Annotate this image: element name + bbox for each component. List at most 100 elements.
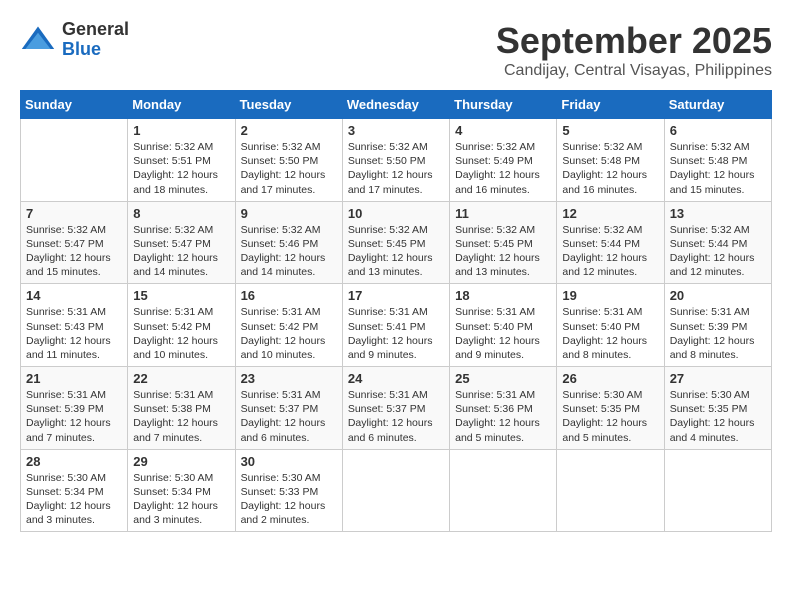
calendar-cell	[557, 449, 664, 532]
day-info: Sunrise: 5:32 AMSunset: 5:44 PMDaylight:…	[562, 223, 658, 280]
day-number: 27	[670, 371, 766, 386]
calendar-cell: 30 Sunrise: 5:30 AMSunset: 5:33 PMDayligh…	[235, 449, 342, 532]
day-info: Sunrise: 5:31 AMSunset: 5:38 PMDaylight:…	[133, 388, 229, 445]
day-number: 20	[670, 288, 766, 303]
calendar-cell: 25 Sunrise: 5:31 AMSunset: 5:36 PMDayligh…	[450, 367, 557, 450]
calendar-cell	[21, 119, 128, 202]
calendar-cell: 20 Sunrise: 5:31 AMSunset: 5:39 PMDayligh…	[664, 284, 771, 367]
calendar-cell: 18 Sunrise: 5:31 AMSunset: 5:40 PMDayligh…	[450, 284, 557, 367]
header-tuesday: Tuesday	[235, 91, 342, 119]
day-number: 30	[241, 454, 337, 469]
calendar-cell: 10 Sunrise: 5:32 AMSunset: 5:45 PMDayligh…	[342, 201, 449, 284]
day-number: 8	[133, 206, 229, 221]
day-info: Sunrise: 5:32 AMSunset: 5:46 PMDaylight:…	[241, 223, 337, 280]
day-info: Sunrise: 5:31 AMSunset: 5:39 PMDaylight:…	[670, 305, 766, 362]
day-number: 17	[348, 288, 444, 303]
page-header: General Blue September 2025 Candijay, Ce…	[20, 20, 772, 80]
calendar-cell: 9 Sunrise: 5:32 AMSunset: 5:46 PMDaylight…	[235, 201, 342, 284]
logo: General Blue	[20, 20, 129, 60]
header-friday: Friday	[557, 91, 664, 119]
day-info: Sunrise: 5:31 AMSunset: 5:42 PMDaylight:…	[133, 305, 229, 362]
day-info: Sunrise: 5:32 AMSunset: 5:44 PMDaylight:…	[670, 223, 766, 280]
day-info: Sunrise: 5:32 AMSunset: 5:47 PMDaylight:…	[133, 223, 229, 280]
day-info: Sunrise: 5:32 AMSunset: 5:45 PMDaylight:…	[348, 223, 444, 280]
day-info: Sunrise: 5:32 AMSunset: 5:48 PMDaylight:…	[670, 140, 766, 197]
calendar-cell: 22 Sunrise: 5:31 AMSunset: 5:38 PMDayligh…	[128, 367, 235, 450]
calendar-cell: 5Sunrise: 5:32 AMSunset: 5:48 PMDaylight…	[557, 119, 664, 202]
calendar-cell: 6 Sunrise: 5:32 AMSunset: 5:48 PMDaylight…	[664, 119, 771, 202]
day-info: Sunrise: 5:31 AMSunset: 5:37 PMDaylight:…	[348, 388, 444, 445]
day-info: Sunrise: 5:30 AMSunset: 5:35 PMDaylight:…	[562, 388, 658, 445]
day-info: Sunrise: 5:32 AMSunset: 5:50 PMDaylight:…	[348, 140, 444, 197]
calendar-week-row: 1 Sunrise: 5:32 AMSunset: 5:51 PMDaylight…	[21, 119, 772, 202]
calendar-cell: 3 Sunrise: 5:32 AMSunset: 5:50 PMDaylight…	[342, 119, 449, 202]
day-number: 25	[455, 371, 551, 386]
header-thursday: Thursday	[450, 91, 557, 119]
day-info: Sunrise: 5:30 AMSunset: 5:35 PMDaylight:…	[670, 388, 766, 445]
calendar-cell: 8 Sunrise: 5:32 AMSunset: 5:47 PMDaylight…	[128, 201, 235, 284]
logo-text: General Blue	[62, 20, 129, 60]
day-number: 26	[562, 371, 658, 386]
calendar-cell: 29Sunrise: 5:30 AMSunset: 5:34 PMDayligh…	[128, 449, 235, 532]
day-info: Sunrise: 5:32 AMSunset: 5:48 PMDaylight:…	[562, 140, 658, 197]
day-info: Sunrise: 5:30 AMSunset: 5:33 PMDaylight:…	[241, 471, 337, 528]
calendar-cell: 26 Sunrise: 5:30 AMSunset: 5:35 PMDayligh…	[557, 367, 664, 450]
header-monday: Monday	[128, 91, 235, 119]
day-number: 7	[26, 206, 122, 221]
logo-icon	[20, 22, 56, 58]
calendar-cell: 7 Sunrise: 5:32 AMSunset: 5:47 PMDaylight…	[21, 201, 128, 284]
day-info: Sunrise: 5:31 AMSunset: 5:36 PMDaylight:…	[455, 388, 551, 445]
day-info: Sunrise: 5:32 AMSunset: 5:49 PMDaylight:…	[455, 140, 551, 197]
day-info: Sunrise: 5:32 AMSunset: 5:51 PMDaylight:…	[133, 140, 229, 197]
day-info: Sunrise: 5:32 AMSunset: 5:50 PMDaylight:…	[241, 140, 337, 197]
calendar-cell: 17 Sunrise: 5:31 AMSunset: 5:41 PMDayligh…	[342, 284, 449, 367]
day-number: 19	[562, 288, 658, 303]
calendar-cell: 28 Sunrise: 5:30 AMSunset: 5:34 PMDayligh…	[21, 449, 128, 532]
day-number: 10	[348, 206, 444, 221]
calendar-cell: 19 Sunrise: 5:31 AMSunset: 5:40 PMDayligh…	[557, 284, 664, 367]
day-number: 12	[562, 206, 658, 221]
day-number: 28	[26, 454, 122, 469]
day-number: 3	[348, 123, 444, 138]
calendar-cell: 23Sunrise: 5:31 AMSunset: 5:37 PMDayligh…	[235, 367, 342, 450]
calendar-cell: 16Sunrise: 5:31 AMSunset: 5:42 PMDayligh…	[235, 284, 342, 367]
day-number: 1	[133, 123, 229, 138]
calendar-table: Sunday Monday Tuesday Wednesday Thursday…	[20, 90, 772, 532]
calendar-subtitle: Candijay, Central Visayas, Philippines	[496, 62, 772, 80]
calendar-body: 1 Sunrise: 5:32 AMSunset: 5:51 PMDaylight…	[21, 119, 772, 532]
day-number: 24	[348, 371, 444, 386]
day-number: 22	[133, 371, 229, 386]
day-number: 14	[26, 288, 122, 303]
day-number: 9	[241, 206, 337, 221]
day-number: 6	[670, 123, 766, 138]
calendar-cell: 4 Sunrise: 5:32 AMSunset: 5:49 PMDaylight…	[450, 119, 557, 202]
day-number: 11	[455, 206, 551, 221]
calendar-week-row: 14 Sunrise: 5:31 AMSunset: 5:43 PMDayligh…	[21, 284, 772, 367]
day-number: 13	[670, 206, 766, 221]
calendar-cell: 11 Sunrise: 5:32 AMSunset: 5:45 PMDayligh…	[450, 201, 557, 284]
header-saturday: Saturday	[664, 91, 771, 119]
title-section: September 2025 Candijay, Central Visayas…	[496, 20, 772, 80]
calendar-cell: 1 Sunrise: 5:32 AMSunset: 5:51 PMDaylight…	[128, 119, 235, 202]
calendar-week-row: 7 Sunrise: 5:32 AMSunset: 5:47 PMDaylight…	[21, 201, 772, 284]
day-number: 29	[133, 454, 229, 469]
day-info: Sunrise: 5:31 AMSunset: 5:43 PMDaylight:…	[26, 305, 122, 362]
calendar-week-row: 28 Sunrise: 5:30 AMSunset: 5:34 PMDayligh…	[21, 449, 772, 532]
day-info: Sunrise: 5:31 AMSunset: 5:40 PMDaylight:…	[455, 305, 551, 362]
day-info: Sunrise: 5:32 AMSunset: 5:45 PMDaylight:…	[455, 223, 551, 280]
day-info: Sunrise: 5:31 AMSunset: 5:39 PMDaylight:…	[26, 388, 122, 445]
day-info: Sunrise: 5:31 AMSunset: 5:40 PMDaylight:…	[562, 305, 658, 362]
day-number: 4	[455, 123, 551, 138]
day-number: 16	[241, 288, 337, 303]
day-info: Sunrise: 5:31 AMSunset: 5:37 PMDaylight:…	[241, 388, 337, 445]
header-wednesday: Wednesday	[342, 91, 449, 119]
header-sunday: Sunday	[21, 91, 128, 119]
day-info: Sunrise: 5:32 AMSunset: 5:47 PMDaylight:…	[26, 223, 122, 280]
day-number: 18	[455, 288, 551, 303]
calendar-cell: 2Sunrise: 5:32 AMSunset: 5:50 PMDaylight…	[235, 119, 342, 202]
calendar-cell	[664, 449, 771, 532]
day-info: Sunrise: 5:31 AMSunset: 5:41 PMDaylight:…	[348, 305, 444, 362]
calendar-cell: 13 Sunrise: 5:32 AMSunset: 5:44 PMDayligh…	[664, 201, 771, 284]
day-info: Sunrise: 5:30 AMSunset: 5:34 PMDaylight:…	[26, 471, 122, 528]
calendar-cell: 24 Sunrise: 5:31 AMSunset: 5:37 PMDayligh…	[342, 367, 449, 450]
